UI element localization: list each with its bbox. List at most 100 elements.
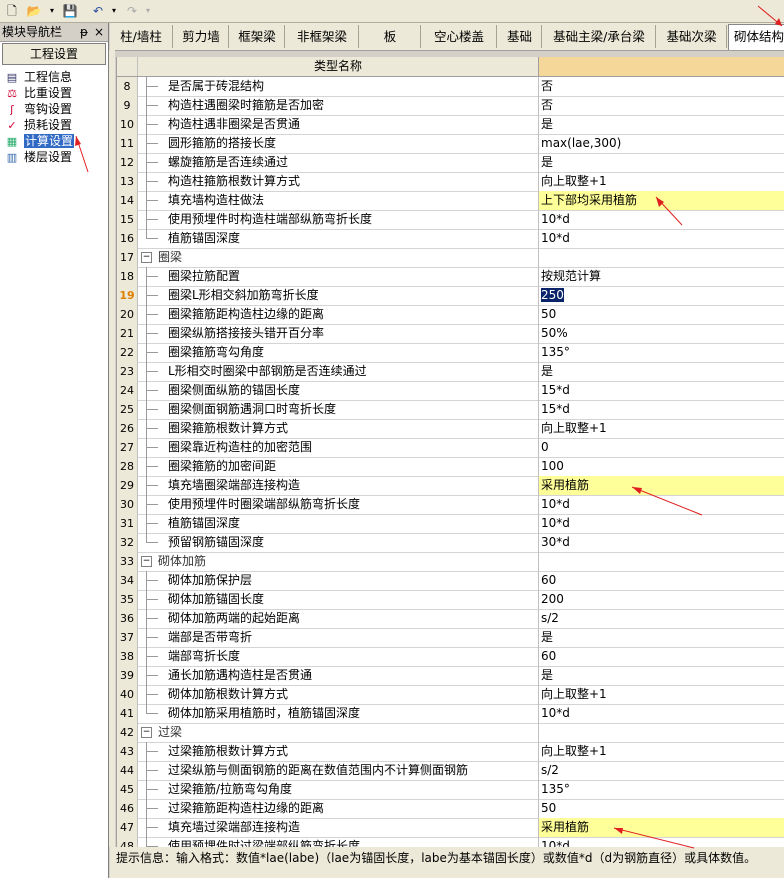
value-cell[interactable]: 50%: [539, 324, 784, 343]
table-row[interactable]: 47 填充墙过梁端部连接构造 采用植筋: [117, 818, 784, 838]
value-cell[interactable]: 10*d: [539, 210, 784, 229]
value-cell[interactable]: 135°: [539, 343, 784, 362]
value-cell[interactable]: 10*d: [539, 495, 784, 514]
collapse-icon[interactable]: −: [141, 556, 152, 567]
table-row[interactable]: 22 圈梁箍筋弯勾角度 135°: [117, 343, 784, 363]
table-row[interactable]: 40 砌体加筋根数计算方式 向上取整+1: [117, 685, 784, 705]
value-cell[interactable]: 30*d: [539, 533, 784, 552]
table-row[interactable]: 21 圈梁纵筋搭接接头错开百分率 50%: [117, 324, 784, 344]
table-row[interactable]: 13 构造柱箍筋根数计算方式 向上取整+1: [117, 172, 784, 192]
table-row[interactable]: 14 填充墙构造柱做法 上下部均采用植筋: [117, 191, 784, 211]
table-row[interactable]: 35 砌体加筋锚固长度 200: [117, 590, 784, 610]
table-row[interactable]: 18 圈梁拉筋配置 按规范计算: [117, 267, 784, 287]
value-cell[interactable]: 否: [539, 96, 784, 115]
table-row[interactable]: 41 砌体加筋采用植筋时，植筋锚固深度 10*d: [117, 704, 784, 724]
table-row[interactable]: 26 圈梁箍筋根数计算方式 向上取整+1: [117, 419, 784, 439]
value-cell[interactable]: 向上取整+1: [539, 172, 784, 191]
table-row[interactable]: 31 植筋锚固深度 10*d: [117, 514, 784, 534]
value-cell[interactable]: 采用植筋: [539, 818, 784, 837]
value-cell[interactable]: 是: [539, 362, 784, 381]
value-cell[interactable]: 向上取整+1: [539, 742, 784, 761]
splitter[interactable]: [109, 50, 115, 847]
redo-dropdown-icon[interactable]: ▾: [140, 3, 156, 19]
table-row[interactable]: 29 填充墙圈梁端部连接构造 采用植筋: [117, 476, 784, 496]
value-cell[interactable]: 10*d: [539, 837, 784, 847]
table-row[interactable]: 10 构造柱遇非圈梁是否贯通 是: [117, 115, 784, 135]
table-row[interactable]: 38 端部弯折长度 60: [117, 647, 784, 667]
table-row[interactable]: 32 预留钢筋锚固深度 30*d: [117, 533, 784, 553]
tab-item[interactable]: 非框架梁: [286, 25, 359, 48]
table-row[interactable]: 12 螺旋箍筋是否连续通过 是: [117, 153, 784, 173]
value-cell[interactable]: 是: [539, 666, 784, 685]
open-dropdown-icon[interactable]: ▾: [44, 3, 60, 19]
value-cell[interactable]: 向上取整+1: [539, 419, 784, 438]
value-cell[interactable]: 上下部均采用植筋: [539, 191, 784, 210]
value-cell[interactable]: 是: [539, 115, 784, 134]
nav-item[interactable]: ʃ 弯钩设置: [0, 101, 108, 117]
undo-dropdown-icon[interactable]: ▾: [106, 3, 122, 19]
value-cell[interactable]: 是: [539, 153, 784, 172]
value-cell[interactable]: 135°: [539, 780, 784, 799]
value-cell[interactable]: 是: [539, 628, 784, 647]
value-cell[interactable]: s/2: [539, 609, 784, 628]
group-row[interactable]: 42− 过梁: [117, 723, 784, 743]
value-cell[interactable]: s/2: [539, 761, 784, 780]
table-row[interactable]: 30 使用预埋件时圈梁端部纵筋弯折长度 10*d: [117, 495, 784, 515]
nav-item[interactable]: ▤ 工程信息: [0, 69, 108, 85]
value-cell[interactable]: 否: [539, 77, 784, 96]
value-cell[interactable]: 15*d: [539, 400, 784, 419]
value-cell[interactable]: 采用植筋: [539, 476, 784, 495]
table-row[interactable]: 37 端部是否带弯折 是: [117, 628, 784, 648]
tab-item[interactable]: 柱/墙柱: [110, 25, 173, 48]
value-cell[interactable]: max(lae,300): [539, 134, 784, 153]
new-file-icon[interactable]: 🗋: [4, 3, 20, 19]
value-cell[interactable]: 50: [539, 305, 784, 324]
table-row[interactable]: 48 使用预埋件时过梁端部纵筋弯折长度 10*d: [117, 837, 784, 847]
collapse-icon[interactable]: −: [141, 252, 152, 263]
group-row[interactable]: 17− 圈梁: [117, 248, 784, 268]
tab-item[interactable]: 框架梁: [230, 25, 285, 48]
table-row[interactable]: 44 过梁纵筋与侧面钢筋的距离在数值范围内不计算侧面钢筋 s/2: [117, 761, 784, 781]
table-row[interactable]: 23 L形相交时圈梁中部钢筋是否连续通过 是: [117, 362, 784, 382]
tab-item[interactable]: 板: [360, 25, 421, 48]
undo-icon[interactable]: ↶: [90, 3, 106, 19]
tab-item[interactable]: 基础次梁: [657, 25, 727, 48]
tab-item[interactable]: 砌体结构: [728, 24, 784, 50]
nav-item[interactable]: ✓ 损耗设置: [0, 117, 108, 133]
close-icon[interactable]: ×: [94, 23, 104, 41]
nav-item[interactable]: ⚖ 比重设置: [0, 85, 108, 101]
value-cell[interactable]: [539, 723, 784, 742]
value-cell[interactable]: 60: [539, 647, 784, 666]
collapse-icon[interactable]: −: [141, 727, 152, 738]
table-row[interactable]: 34 砌体加筋保护层 60: [117, 571, 784, 591]
pin-icon[interactable]: ᵽ: [80, 23, 88, 41]
value-cell[interactable]: 60: [539, 571, 784, 590]
value-cell[interactable]: 10*d: [539, 704, 784, 723]
table-row[interactable]: 16 植筋锚固深度 10*d: [117, 229, 784, 249]
table-row[interactable]: 25 圈梁侧面钢筋遇洞口时弯折长度 15*d: [117, 400, 784, 420]
table-row[interactable]: 27 圈梁靠近构造柱的加密范围 0: [117, 438, 784, 458]
value-cell[interactable]: 15*d: [539, 381, 784, 400]
tab-item[interactable]: 空心楼盖: [422, 25, 497, 48]
table-row[interactable]: 36 砌体加筋两端的起始距离 s/2: [117, 609, 784, 629]
table-row[interactable]: 28 圈梁箍筋的加密间距 100: [117, 457, 784, 477]
tab-item[interactable]: 剪力墙: [174, 25, 229, 48]
value-cell[interactable]: 200: [539, 590, 784, 609]
group-row[interactable]: 33− 砌体加筋: [117, 552, 784, 572]
table-row[interactable]: 9 构造柱遇圈梁时箍筋是否加密 否: [117, 96, 784, 116]
table-row[interactable]: 11 圆形箍筋的搭接长度 max(lae,300): [117, 134, 784, 154]
table-row[interactable]: 24 圈梁侧面纵筋的锚固长度 15*d: [117, 381, 784, 401]
value-cell[interactable]: 100: [539, 457, 784, 476]
table-row[interactable]: 19 圈梁L形相交斜加筋弯折长度 250: [117, 286, 784, 306]
nav-item[interactable]: ▥ 楼层设置: [0, 149, 108, 165]
value-cell[interactable]: 0: [539, 438, 784, 457]
tab-item[interactable]: 基础: [498, 25, 542, 48]
table-row[interactable]: 45 过梁箍筋/拉筋弯勾角度 135°: [117, 780, 784, 800]
table-row[interactable]: 15 使用预埋件时构造柱端部纵筋弯折长度 10*d: [117, 210, 784, 230]
save-icon[interactable]: 💾: [62, 3, 78, 19]
value-cell[interactable]: [539, 248, 784, 267]
value-cell[interactable]: 10*d: [539, 514, 784, 533]
tab-item[interactable]: 基础主梁/承台梁: [543, 25, 656, 48]
table-row[interactable]: 39 通长加筋遇构造柱是否贯通 是: [117, 666, 784, 686]
table-row[interactable]: 20 圈梁箍筋距构造柱边缘的距离 50: [117, 305, 784, 325]
